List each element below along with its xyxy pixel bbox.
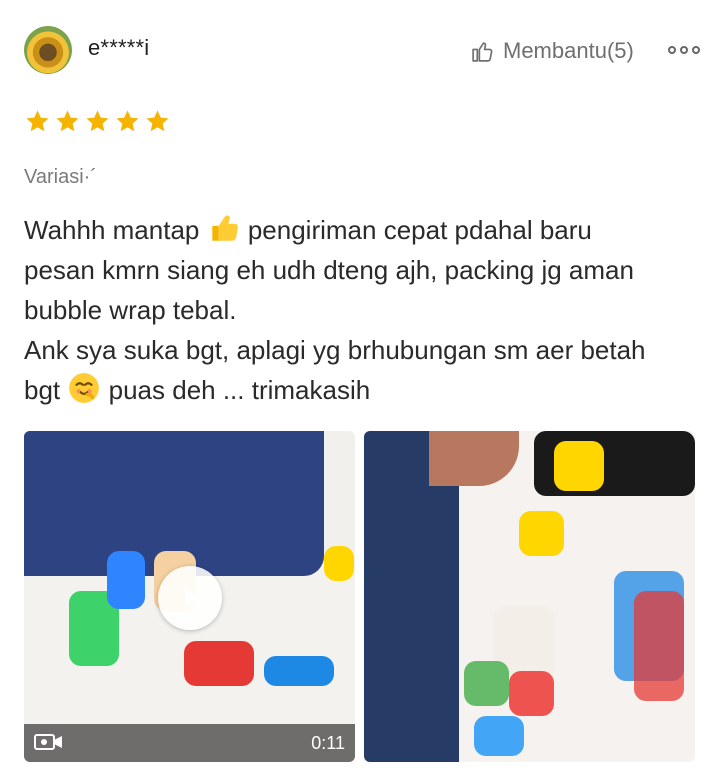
helpful-count-label: Membantu(5): [503, 38, 634, 63]
thumbs-up-emoji-icon: [211, 215, 238, 241]
star-icon: [116, 110, 139, 132]
bottle-shape: [107, 551, 145, 609]
star-rating: [24, 108, 171, 135]
star-icon: [86, 110, 109, 132]
video-duration: 0:11: [311, 733, 345, 753]
star-icon: [56, 110, 79, 132]
review-photo-thumbnail[interactable]: [364, 431, 695, 762]
review-video-thumbnail[interactable]: 0:11: [24, 431, 355, 762]
toy-shape: [464, 661, 509, 706]
more-options-icon[interactable]: [668, 38, 700, 62]
review-line: Wahhh mantap pengiriman cepat pdahal bar…: [24, 210, 694, 250]
reviewer-username: e*****i: [88, 35, 150, 60]
toy-shape: [554, 441, 604, 491]
toy-shape: [634, 591, 684, 701]
play-button[interactable]: [158, 566, 222, 630]
toy-shape: [474, 716, 524, 756]
play-icon: [185, 588, 202, 608]
arm-shape: [429, 431, 519, 486]
thumbs-up-icon: [472, 41, 493, 62]
toy-shape: [184, 641, 254, 686]
toy-shape: [324, 546, 354, 581]
shy-face-emoji-icon: [69, 373, 100, 403]
star-icon: [26, 110, 49, 132]
toy-shape: [509, 671, 554, 716]
toy-shape: [264, 656, 334, 686]
helpful-button[interactable]: Membantu(5): [470, 34, 634, 68]
star-icon: [146, 110, 169, 132]
review-line: Ank sya suka bgt, aplagi yg brhubungan s…: [24, 335, 646, 365]
avatar[interactable]: [24, 26, 72, 74]
toy-shape: [519, 511, 564, 556]
review-line: bgt puas deh ... trimakasih: [24, 370, 694, 410]
video-icon: [34, 734, 62, 750]
review-text: Wahhh mantap pengiriman cepat pdahal bar…: [24, 210, 694, 410]
review-line: bubble wrap tebal.: [24, 295, 237, 325]
variation-label: Variasi·´: [24, 166, 97, 188]
video-info-bar: 0:11: [24, 724, 355, 762]
review-line: pesan kmrn siang eh udh dteng ajh, packi…: [24, 255, 634, 285]
